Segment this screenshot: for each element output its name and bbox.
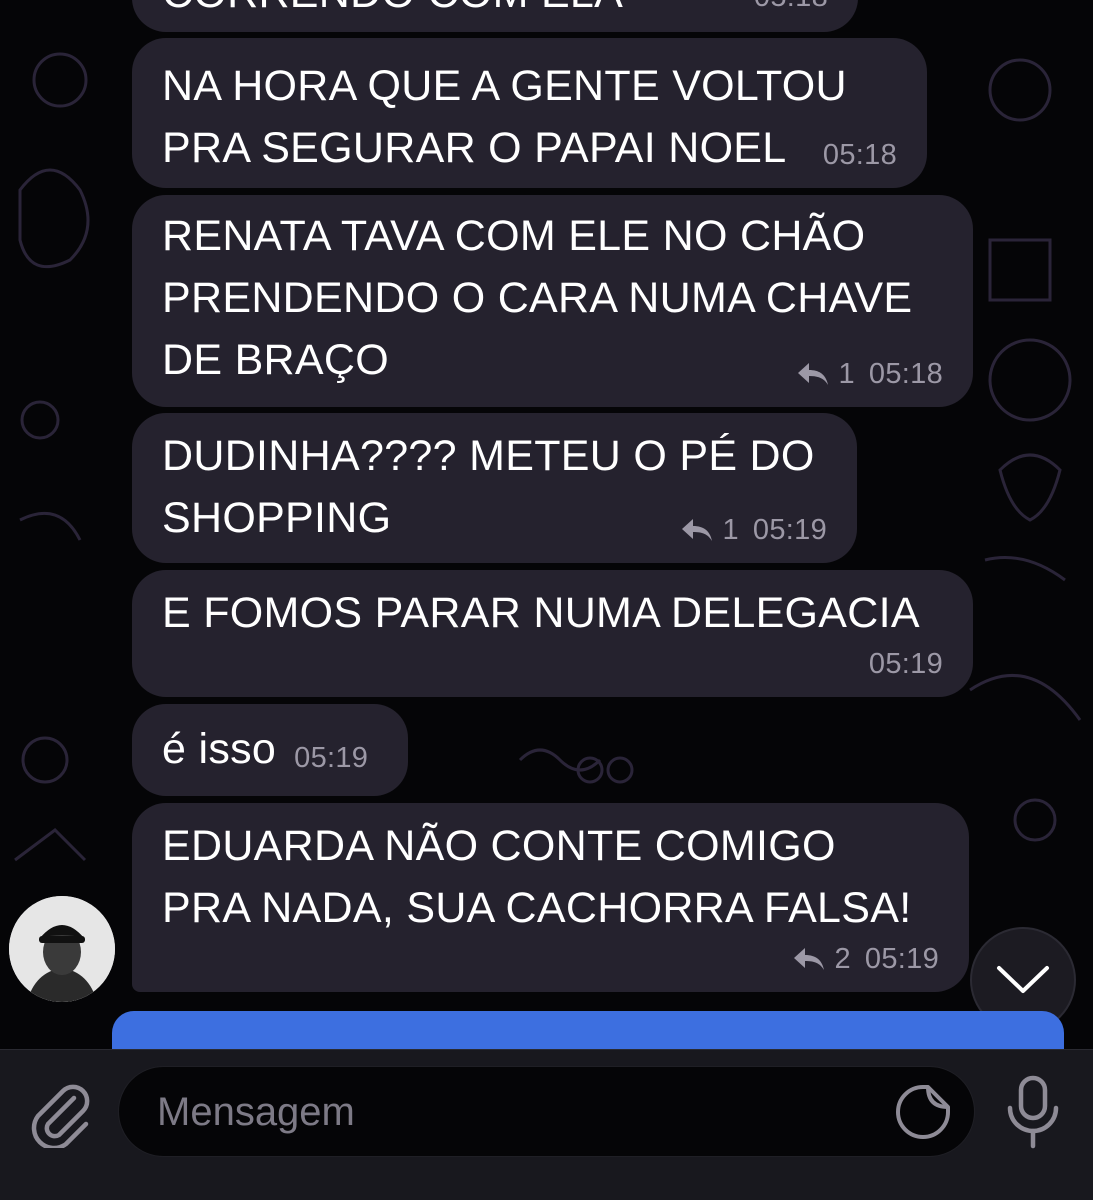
message-input[interactable] bbox=[157, 1067, 857, 1158]
message-meta: 05:19 bbox=[294, 741, 368, 775]
message-text: CORRENDO COM ELA bbox=[162, 0, 828, 24]
avatar-photo bbox=[9, 896, 115, 1002]
incoming-media-bubble[interactable] bbox=[112, 1011, 1064, 1050]
message-meta: 05:19 bbox=[869, 647, 943, 681]
message-text: é isso bbox=[162, 725, 277, 773]
message-time: 05:19 bbox=[864, 943, 939, 975]
message-bubble[interactable]: NA HORA QUE A GENTE VOLTOU PRA SEGURAR O… bbox=[132, 38, 927, 188]
message-bubble[interactable]: DUDINHA???? METEU O PÉ DO SHOPPING 1 05:… bbox=[132, 413, 857, 563]
reply-count: 1 bbox=[838, 358, 855, 390]
reply-count: 1 bbox=[722, 514, 739, 546]
message-bubble[interactable]: E FOMOS PARAR NUMA DELEGACIA 05:19 bbox=[132, 570, 973, 697]
message-bubble[interactable]: RENATA TAVA COM ELE NO CHÃO PRENDENDO O … bbox=[132, 195, 973, 407]
message-meta: 05:18 bbox=[754, 0, 828, 14]
avatar[interactable] bbox=[9, 896, 115, 1002]
reply-icon bbox=[792, 946, 826, 972]
message-meta: 05:18 bbox=[823, 138, 897, 172]
chat-area[interactable]: CORRENDO COM ELA 05:18 NA HORA QUE A GEN… bbox=[0, 0, 1093, 1050]
message-meta: 1 05:19 bbox=[680, 513, 827, 547]
message-text: NA HORA QUE A GENTE VOLTOU PRA SEGURAR O… bbox=[162, 62, 847, 172]
message-time: 05:19 bbox=[868, 648, 943, 680]
message-bubble[interactable]: é isso 05:19 bbox=[132, 704, 408, 796]
message-text: E FOMOS PARAR NUMA DELEGACIA bbox=[162, 589, 920, 637]
reply-icon bbox=[796, 361, 830, 387]
message-time: 05:18 bbox=[822, 139, 897, 171]
paperclip-icon bbox=[31, 1084, 90, 1151]
message-meta: 2 05:19 bbox=[792, 942, 939, 976]
message-input-wrapper bbox=[118, 1066, 975, 1158]
microphone-button[interactable] bbox=[1004, 1074, 1062, 1150]
message-meta: 1 05:18 bbox=[796, 357, 943, 391]
message-time: 05:18 bbox=[868, 358, 943, 390]
message-text: EDUARDA NÃO CONTE COMIGO PRA NADA, SUA C… bbox=[162, 822, 912, 932]
sticker-button[interactable] bbox=[894, 1083, 952, 1141]
chevron-down-icon bbox=[997, 966, 1049, 993]
message-time: 05:18 bbox=[754, 0, 828, 14]
message-time: 05:19 bbox=[294, 742, 369, 774]
sticker-icon bbox=[896, 1085, 950, 1139]
attach-button[interactable] bbox=[28, 1078, 92, 1151]
message-time: 05:19 bbox=[752, 514, 827, 546]
message-bubble[interactable]: CORRENDO COM ELA 05:18 bbox=[132, 0, 858, 32]
reply-count: 2 bbox=[834, 943, 851, 975]
microphone-icon bbox=[1007, 1075, 1059, 1149]
reply-icon bbox=[680, 517, 714, 543]
message-bubble[interactable]: EDUARDA NÃO CONTE COMIGO PRA NADA, SUA C… bbox=[132, 803, 969, 992]
